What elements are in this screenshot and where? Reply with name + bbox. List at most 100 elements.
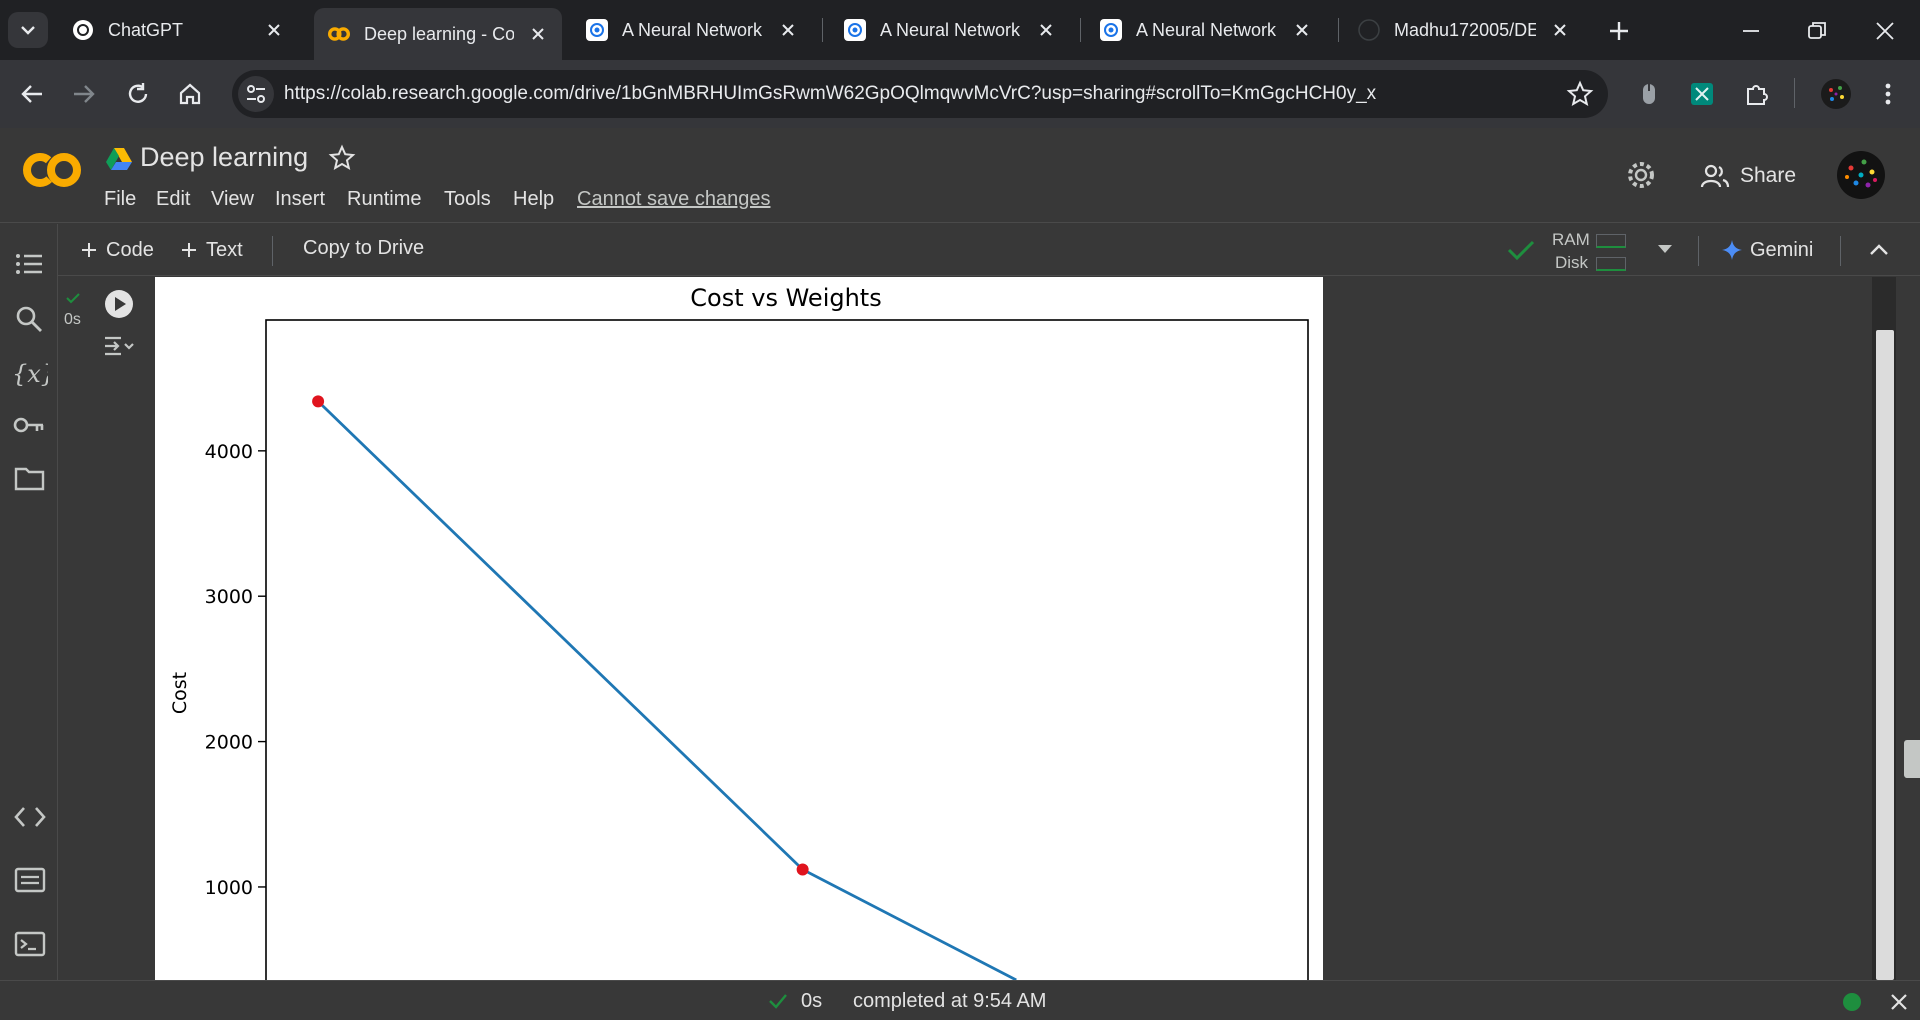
left-sidebar: {x} <box>0 224 58 980</box>
chart-series <box>312 395 1017 980</box>
plus-icon <box>182 243 196 257</box>
profile-avatar[interactable] <box>1820 78 1852 110</box>
menu-file[interactable]: File <box>104 188 136 211</box>
chevron-down-icon <box>21 26 35 35</box>
toolbar-divider <box>1840 236 1841 266</box>
toolbar-divider <box>1794 78 1795 108</box>
scrollbar-thumb[interactable] <box>1876 330 1894 980</box>
spiral-icon <box>1100 19 1122 41</box>
forward-arrow-icon[interactable] <box>70 80 98 108</box>
close-icon[interactable] <box>1036 20 1056 40</box>
spiral-icon <box>844 19 866 41</box>
menu-help[interactable]: Help <box>513 188 554 211</box>
close-icon[interactable] <box>1550 20 1570 40</box>
tab-title: A Neural Network F <box>880 19 1022 40</box>
tab-deep-learning[interactable]: Deep learning - Col <box>314 8 562 60</box>
output-actions-icon[interactable] <box>103 333 137 361</box>
cell-success-check-icon <box>66 293 80 304</box>
data-point <box>796 863 809 876</box>
mouse-extension-icon[interactable] <box>1636 80 1662 108</box>
secrets-key-icon[interactable] <box>12 410 46 440</box>
bookmark-star-icon[interactable] <box>1566 80 1594 108</box>
side-panel-handle[interactable] <box>1904 740 1920 778</box>
menu-runtime[interactable]: Runtime <box>347 188 421 211</box>
cost-vs-weights-chart: Cost vs Weights Cost 1000 2000 3000 4000 <box>169 284 1309 980</box>
spiral-icon <box>586 19 608 41</box>
close-icon[interactable] <box>1292 20 1312 40</box>
extension-teal-icon[interactable] <box>1688 80 1716 108</box>
colab-header: Deep learning File Edit View Insert Runt… <box>0 128 1920 223</box>
notebook-toolbar: Code Text Copy to Drive RAM Disk Gemini <box>58 224 1920 276</box>
cell-output: Cost vs Weights Cost 1000 2000 3000 4000 <box>155 277 1323 980</box>
toolbar-divider <box>272 236 273 266</box>
variables-icon[interactable]: {x} <box>10 356 48 390</box>
y-tick-label: 2000 <box>205 732 253 754</box>
collapse-chevron-up-icon[interactable] <box>1868 240 1890 260</box>
add-text-button[interactable]: Text <box>180 224 243 276</box>
tab-neural-network-3[interactable]: A Neural Network F <box>1086 10 1326 50</box>
close-icon[interactable] <box>528 24 548 44</box>
plot-frame <box>265 319 1309 980</box>
copy-to-drive-button[interactable]: Copy to Drive <box>303 237 424 260</box>
gemini-button[interactable]: Gemini <box>1722 224 1813 276</box>
code-snippets-icon[interactable] <box>14 804 46 830</box>
y-tick-label: 4000 <box>205 441 253 463</box>
browser-tab-strip: ChatGPT Deep learning - Col A Neural Net… <box>0 0 1920 60</box>
tab-divider <box>1338 18 1339 42</box>
toolbar-divider <box>1698 236 1699 266</box>
tab-chatgpt[interactable]: ChatGPT <box>58 10 298 50</box>
puzzle-extensions-icon[interactable] <box>1742 80 1770 108</box>
menu-view[interactable]: View <box>211 188 254 211</box>
y-tick-label: 3000 <box>205 586 253 608</box>
menu-tools[interactable]: Tools <box>444 188 491 211</box>
run-cell-play-icon[interactable] <box>104 289 134 319</box>
folder-icon[interactable] <box>14 464 46 492</box>
menu-edit[interactable]: Edit <box>156 188 190 211</box>
star-icon[interactable] <box>328 144 356 172</box>
close-icon[interactable] <box>264 20 284 40</box>
status-completed: completed at 9:54 AM <box>853 990 1047 1012</box>
share-label: Share <box>1740 164 1797 187</box>
svg-text:{x}: {x} <box>12 360 48 388</box>
site-info-button[interactable] <box>238 76 274 112</box>
menu-insert[interactable]: Insert <box>275 188 325 211</box>
omnibox[interactable]: https://colab.research.google.com/drive/… <box>232 70 1608 118</box>
minimize-icon[interactable] <box>1738 18 1764 44</box>
table-of-contents-icon[interactable] <box>14 250 44 278</box>
add-code-button[interactable]: Code <box>80 224 154 276</box>
notebook-title[interactable]: Deep learning <box>140 142 308 173</box>
reload-icon[interactable] <box>124 80 152 108</box>
home-icon[interactable] <box>176 80 204 108</box>
new-tab-icon[interactable] <box>1606 18 1632 44</box>
tab-neural-network-2[interactable]: A Neural Network F <box>830 10 1070 50</box>
more-vert-icon[interactable] <box>1876 80 1900 108</box>
cannot-save-link[interactable]: Cannot save changes <box>577 188 770 211</box>
url-text[interactable]: https://colab.research.google.com/drive/… <box>284 83 1376 105</box>
connected-check-icon[interactable] <box>1506 236 1536 264</box>
tab-github[interactable]: Madhu172005/DEE <box>1344 10 1584 50</box>
search-icon[interactable] <box>14 304 44 334</box>
user-avatar[interactable] <box>1836 150 1886 200</box>
status-close-icon[interactable] <box>1888 991 1910 1013</box>
resources-indicator[interactable]: RAM Disk <box>1552 226 1652 274</box>
settings-gear-icon[interactable] <box>1624 158 1658 192</box>
cell-exec-time: 0s <box>64 311 81 328</box>
tab-divider <box>822 18 823 42</box>
command-palette-icon[interactable] <box>14 866 46 894</box>
close-icon[interactable] <box>778 20 798 40</box>
tab-title: ChatGPT <box>108 19 184 40</box>
series-line <box>317 400 1017 980</box>
chart-title: Cost vs Weights <box>690 284 881 312</box>
window-close-icon[interactable] <box>1872 18 1898 44</box>
colab-icon <box>328 27 350 41</box>
tab-neural-network-1[interactable]: A Neural Network F <box>572 10 812 50</box>
restore-icon[interactable] <box>1804 18 1830 44</box>
caret-down-icon[interactable] <box>1656 242 1674 256</box>
back-arrow-icon[interactable] <box>18 80 46 108</box>
share-button[interactable]: Share <box>1700 163 1796 189</box>
status-check-icon <box>769 994 787 1009</box>
tab-search-button[interactable] <box>8 12 48 48</box>
add-text-label: Text <box>206 238 243 261</box>
plus-icon <box>82 243 96 257</box>
terminal-icon[interactable] <box>14 930 46 958</box>
